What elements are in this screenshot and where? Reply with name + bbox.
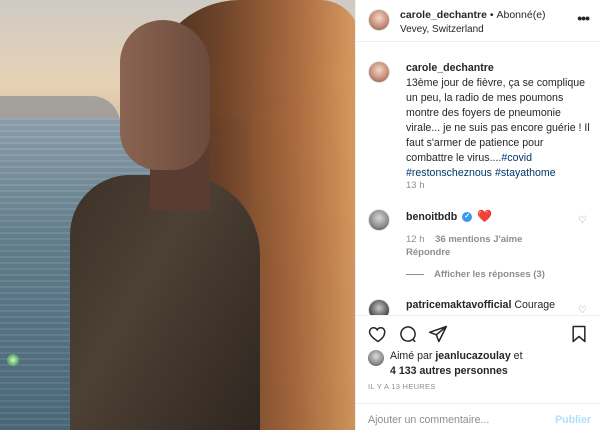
comment-text: Courage — [514, 299, 555, 311]
heart-icon[interactable] — [368, 324, 388, 344]
add-comment-bar: Ajouter un commentaire... Publier — [356, 403, 600, 430]
commenter-avatar[interactable] — [368, 299, 390, 315]
liker-username[interactable]: jeanlucazoulay — [435, 350, 510, 362]
likes-middle: et — [513, 350, 523, 362]
likes-summary: Aimé par jeanlucazoulay et 4 133 autres … — [356, 345, 600, 379]
commenter-username[interactable]: patricemaktavofficial — [406, 299, 511, 311]
view-replies-button[interactable]: Afficher les réponses (3) — [406, 269, 545, 280]
caption-text: carole_dechantre 13ème jour de fièvre, ç… — [406, 61, 591, 181]
author-avatar[interactable] — [368, 9, 390, 31]
reply-button[interactable]: Répondre — [406, 247, 450, 258]
post-comment-button[interactable]: Publier — [555, 414, 591, 426]
photo-lens-flare — [7, 354, 19, 366]
author-username[interactable]: carole_dechantre — [400, 9, 487, 21]
likes-others-count[interactable]: 4 133 autres personnes — [390, 365, 508, 377]
action-bar — [356, 315, 600, 345]
comment-line: patricemaktavofficial Courage — [406, 299, 555, 311]
comment-line: benoitbdb ✓ ❤️ — [406, 209, 492, 223]
comments-scroll-area[interactable]: carole_dechantre 13ème jour de fièvre, ç… — [356, 43, 600, 315]
caption-avatar[interactable] — [368, 61, 390, 83]
photo-coat — [70, 175, 260, 430]
caption-timestamp[interactable]: 13 h — [406, 180, 425, 191]
post-side-panel: carole_dechantre • Abonné(e) Vevey, Swit… — [355, 0, 600, 430]
comment-like-heart-icon[interactable]: ♡ — [578, 215, 587, 226]
header-separator: • — [489, 9, 494, 21]
hashtag-link[interactable]: #restonscheznous — [406, 167, 492, 179]
commenter-avatar[interactable] — [368, 209, 390, 231]
post-timestamp[interactable]: IL Y A 13 HEURES — [368, 382, 436, 391]
share-icon[interactable] — [428, 324, 448, 344]
comment-meta: 12 h 36 mentions J'aime — [406, 234, 522, 245]
verified-badge-icon: ✓ — [462, 212, 473, 223]
hashtag-link[interactable]: #covid — [501, 152, 532, 164]
view-replies-label: Afficher les réponses (3) — [434, 269, 545, 280]
likes-text: Aimé par jeanlucazoulay et 4 133 autres … — [390, 349, 523, 379]
photo-head — [120, 20, 210, 170]
view-replies-line — [406, 273, 424, 275]
liker-avatar[interactable] — [368, 350, 384, 366]
comment-icon[interactable] — [398, 324, 418, 344]
comment-time[interactable]: 12 h — [406, 234, 425, 245]
likes-prefix: Aimé par — [390, 350, 433, 362]
more-horizontal-icon[interactable]: ••• — [577, 10, 590, 26]
commenter-username[interactable]: benoitbdb — [406, 211, 457, 223]
caption-username[interactable]: carole_dechantre — [406, 62, 494, 74]
follow-status-button[interactable]: Abonné(e) — [497, 9, 546, 21]
hashtag-link[interactable]: #stayathome — [495, 167, 556, 179]
bookmark-icon[interactable] — [569, 324, 589, 344]
post-header: carole_dechantre • Abonné(e) Vevey, Swit… — [356, 0, 600, 42]
comment-text: ❤️ — [477, 209, 493, 223]
comment-input[interactable]: Ajouter un commentaire... — [368, 414, 489, 426]
comment-like-heart-icon[interactable]: ♡ — [578, 305, 587, 315]
post-photo[interactable] — [0, 0, 355, 430]
comment-likes-count[interactable]: 36 mentions J'aime — [435, 234, 522, 245]
author-username-row: carole_dechantre • Abonné(e) — [400, 9, 546, 21]
caption-body: 13ème jour de fièvre, ça se complique un… — [406, 77, 590, 164]
post-location[interactable]: Vevey, Switzerland — [400, 24, 484, 35]
